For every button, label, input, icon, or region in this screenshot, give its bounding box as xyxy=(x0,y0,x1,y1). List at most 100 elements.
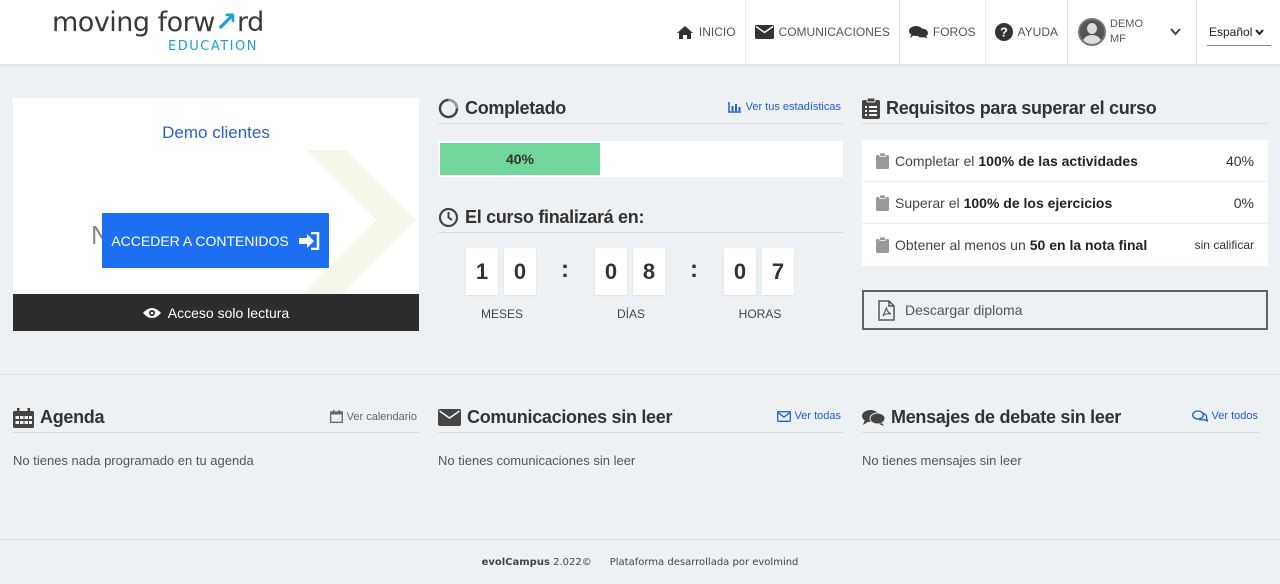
requirement-item: Completar el 100% de las actividades 40% xyxy=(862,140,1268,182)
nav-inicio[interactable]: INICIO xyxy=(667,0,745,64)
main-nav: INICIO COMUNICACIONES FOROS ? AYUDA DEMO… xyxy=(667,0,1280,64)
readonly-label: Acceso solo lectura xyxy=(167,304,290,321)
messages-title: Mensajes de debate sin leer xyxy=(891,407,1122,427)
clipboard-icon xyxy=(876,194,889,211)
communications-empty-message: No tienes comunicaciones sin leer xyxy=(438,453,636,468)
logo[interactable]: moving forw↗rd EDUCATION xyxy=(52,7,264,55)
communications-title: Comunicaciones sin leer xyxy=(467,407,673,427)
view-all-messages-link[interactable]: Ver todos xyxy=(1191,410,1258,422)
footer: evolCampus 2.022© Plataforma desarrollad… xyxy=(0,539,1280,584)
course-card: Demo clientes NOD ACCEDER A CONTENIDOS A… xyxy=(13,98,419,331)
nav-label: FOROS xyxy=(932,25,976,39)
section-divider xyxy=(0,374,1280,375)
agenda-header: Agenda Ver calendario xyxy=(13,403,419,433)
comments-icon xyxy=(862,409,885,426)
envelope-icon xyxy=(754,25,779,39)
countdown-title: El curso finalizará en: xyxy=(465,207,645,227)
agenda-title: Agenda xyxy=(40,407,105,427)
user-menu[interactable]: DEMO MF xyxy=(1067,0,1196,64)
hours-digits: 0 7 xyxy=(724,248,794,295)
logo-subtitle: EDUCATION xyxy=(168,39,258,54)
sign-in-icon xyxy=(298,231,320,250)
top-header: moving forw↗rd EDUCATION INICIO COMUNICA… xyxy=(0,0,1280,65)
comments-icon xyxy=(908,25,933,39)
messages-header: Mensajes de debate sin leer Ver todos xyxy=(862,403,1260,433)
days-label: DÍAS xyxy=(616,307,645,321)
bar-chart-icon xyxy=(727,101,742,113)
days-digits: 0 8 xyxy=(595,248,665,295)
requirement-value: 0% xyxy=(1233,194,1254,211)
access-contents-button[interactable]: ACCEDER A CONTENIDOS xyxy=(102,213,329,268)
hours-label: HORAS xyxy=(738,307,782,321)
agenda-empty-message: No tienes nada programado en tu agenda xyxy=(13,453,254,468)
envelope-icon xyxy=(438,409,461,426)
svg-text:?: ? xyxy=(1000,25,1008,40)
months-label: MESES xyxy=(480,307,523,321)
view-all-communications-link[interactable]: Ver todas xyxy=(776,410,841,422)
requirement-item: Superar el 100% de los ejercicios 0% xyxy=(862,182,1268,224)
countdown-separator: : xyxy=(690,256,698,283)
nav-label: AYUDA xyxy=(1017,25,1058,39)
clipboard-icon xyxy=(876,152,889,169)
nav-ayuda[interactable]: ? AYUDA xyxy=(984,0,1067,64)
requirements-header: Requisitos para superar el curso xyxy=(862,94,1268,124)
clock-icon xyxy=(438,207,459,228)
progress-label: 40% xyxy=(505,151,535,167)
progress-fill: 40% xyxy=(440,143,600,175)
download-diploma-button[interactable]: Descargar diploma xyxy=(862,290,1268,330)
footer-brand: evolCampus 2.022© xyxy=(481,556,592,568)
course-title[interactable]: Demo clientes xyxy=(13,123,419,143)
user-name: DEMO MF xyxy=(1110,18,1143,45)
countdown-digit: 0 xyxy=(724,248,756,295)
caret-down-icon xyxy=(1255,28,1269,35)
countdown-digit: 8 xyxy=(633,248,665,295)
countdown-digit: 0 xyxy=(504,248,536,295)
view-calendar-label: Ver calendario xyxy=(346,410,417,423)
language-value: Español xyxy=(1209,24,1253,39)
requirement-value: sin calificar xyxy=(1194,238,1254,252)
circle-notch-icon xyxy=(438,98,459,119)
stats-link[interactable]: Ver tus estadísticas xyxy=(727,101,841,113)
download-diploma-label: Descargar diploma xyxy=(905,302,1023,318)
envelope-outline-icon xyxy=(776,410,791,422)
home-icon xyxy=(676,25,699,40)
file-pdf-icon xyxy=(878,299,895,321)
countdown-digit: 7 xyxy=(762,248,794,295)
view-all-communications-label: Ver todas xyxy=(794,410,841,422)
requirement-value: 40% xyxy=(1225,152,1254,169)
view-calendar-link[interactable]: Ver calendario xyxy=(329,410,417,423)
question-circle-icon: ? xyxy=(994,23,1018,41)
clipboard-list-icon xyxy=(862,98,880,119)
calendar-outline-icon xyxy=(329,410,343,423)
logo-wordmark: moving forw↗rd xyxy=(52,7,264,38)
countdown-separator: : xyxy=(561,256,569,283)
requirements-title: Requisitos para superar el curso xyxy=(886,98,1157,118)
communications-header: Comunicaciones sin leer Ver todas xyxy=(438,403,843,433)
requirements-list: Completar el 100% de las actividades 40% … xyxy=(862,140,1268,266)
avatar xyxy=(1078,18,1106,46)
countdown-header: El curso finalizará en: xyxy=(438,203,843,233)
comments-outline-icon xyxy=(1191,410,1208,422)
requirement-item: Obtener al menos un 50 en la nota final s… xyxy=(862,224,1268,266)
clipboard-icon xyxy=(876,237,889,253)
completed-title: Completado xyxy=(465,98,567,118)
footer-credit[interactable]: Plataforma desarrollada por evolmind xyxy=(610,557,799,568)
nav-comunicaciones[interactable]: COMUNICACIONES xyxy=(744,0,899,64)
countdown-digit: 1 xyxy=(466,248,498,295)
language-selector[interactable]: Español xyxy=(1196,0,1280,64)
nav-foros[interactable]: FOROS xyxy=(898,0,985,64)
chevron-down-icon xyxy=(1170,28,1186,36)
calendar-icon xyxy=(13,407,34,428)
progress-bar: 40% xyxy=(438,141,843,177)
completed-header: Completado Ver tus estadísticas xyxy=(438,94,843,124)
countdown-digit: 0 xyxy=(595,248,627,295)
view-all-messages-label: Ver todos xyxy=(1211,410,1258,422)
readonly-access-bar[interactable]: Acceso solo lectura xyxy=(13,294,419,331)
nav-label: INICIO xyxy=(698,25,736,39)
messages-empty-message: No tienes mensajes sin leer xyxy=(862,453,1022,468)
stats-link-label: Ver tus estadísticas xyxy=(745,101,841,113)
months-digits: 1 0 xyxy=(466,248,536,295)
nav-label: COMUNICACIONES xyxy=(778,25,890,39)
access-button-label: ACCEDER A CONTENIDOS xyxy=(111,232,289,249)
eye-icon xyxy=(142,307,161,319)
